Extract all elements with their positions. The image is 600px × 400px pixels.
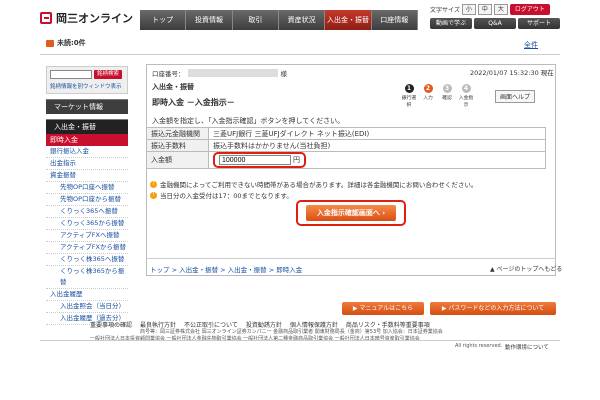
amount-highlight: 円 xyxy=(213,152,306,168)
account-suffix: 様 xyxy=(280,70,288,78)
row-value: 三菱UFJ銀行 三菱UFJダイレクト ネット振込(EDI) xyxy=(208,127,546,140)
row-label: 振込手数料 xyxy=(146,139,209,152)
support-button[interactable]: サポート xyxy=(518,18,560,29)
table-row: 入金額 円 xyxy=(146,151,546,169)
page-top-link[interactable]: ▲ ページのトップへもどる xyxy=(490,264,562,273)
nav-tab-deposit[interactable]: 入出金・振替 xyxy=(325,10,372,30)
sidebar-subitem[interactable]: くりっく株365から振替 xyxy=(46,266,128,289)
logout-button[interactable]: ログアウト xyxy=(509,4,550,15)
screen-help-button[interactable]: 画面ヘルプ xyxy=(495,90,536,103)
page-category: 入出金・振替 xyxy=(152,83,194,91)
account-number-masked xyxy=(187,69,278,77)
divider xyxy=(146,258,556,259)
amount-label: 入金額 xyxy=(146,151,209,169)
page-title: 即時入金 －入金指示－ xyxy=(152,98,235,107)
copyright: All rights reserved. xyxy=(455,343,503,349)
fontsize-large-button[interactable]: 大 xyxy=(493,4,508,15)
nav-tab-top[interactable]: トップ xyxy=(140,10,187,30)
system-requirements-link[interactable]: 動作環境について xyxy=(505,343,549,351)
note-cutoff: ! 当日分の入金受付は17：00までとなります。 xyxy=(150,190,293,200)
fontsize-medium-button[interactable]: 中 xyxy=(477,4,492,15)
main-nav: トップ 投資情報 取引 資産状況 入出金・振替 口座情報 xyxy=(140,10,418,30)
sidebar-subitem[interactable]: くりっく365から振替 xyxy=(46,218,128,230)
divider xyxy=(40,340,560,341)
breadcrumb[interactable]: トップ > 入出金・振替 > 入出金・振替 > 即時入金 xyxy=(150,264,302,274)
account-label: 口座番号： xyxy=(152,70,185,78)
sidebar-section-deposit[interactable]: 入出金・振替 xyxy=(46,119,128,134)
step-3: 3 確認 xyxy=(442,84,452,101)
account-info: 口座番号： 様 xyxy=(152,68,287,78)
sidebar-subitem[interactable]: アクティブFXへ振替 xyxy=(46,230,128,242)
sidebar-item-withdraw[interactable]: 出金指示 xyxy=(46,158,128,170)
confirm-deposit-button[interactable]: 入金指示確認画面へ › xyxy=(306,205,396,221)
header-tools: 文字サイズ 小 中 大 ログアウト 動画で学ぶ Q&A サポート xyxy=(430,4,560,29)
footer-legal-line1: 商号等：岡三証券株式会社 岡三オンライン証券カンパニー 金融商品取引業者 関東財… xyxy=(140,329,443,335)
manual-button[interactable]: ▶ マニュアルはこちら xyxy=(342,302,424,315)
amount-input[interactable] xyxy=(219,155,291,165)
learn-video-button[interactable]: 動画で学ぶ xyxy=(430,18,472,29)
arrow-right-icon: › xyxy=(382,209,386,217)
sidebar-market-info[interactable]: マーケット情報 xyxy=(46,99,128,114)
logo-text: 岡三オンライン xyxy=(56,12,133,25)
amount-cell: 円 xyxy=(208,151,546,169)
row-value: 振込手数料はかかりません(当社負担) xyxy=(208,139,546,152)
step-4: 4 入金指示 xyxy=(458,84,474,108)
nav-tab-trade[interactable]: 取引 xyxy=(232,10,279,30)
stock-window-link[interactable]: 銘柄情報を別ウィンドウ表示 xyxy=(50,82,124,90)
note-bank-hours: ! 金融機関によってご利用できない時間帯がある場合があります。詳細は各金融機関に… xyxy=(150,179,477,189)
sidebar-subitem[interactable]: 入出金照会（当日分） xyxy=(46,301,128,313)
password-help-button[interactable]: ▶ パスワードなどの入力方法について xyxy=(430,302,556,315)
table-row: 振込手数料 振込手数料はかかりません(当社負担) xyxy=(146,139,546,152)
instruction-text: 入金額を指定し、「入金指示確認」ボタンを押してください。 xyxy=(152,117,345,125)
row-label: 振込元金融機関 xyxy=(146,127,209,140)
sidebar-subitem[interactable]: 先物OP口座から振替 xyxy=(46,194,128,206)
sidebar-item-instant-deposit[interactable]: 即時入金 xyxy=(46,134,128,146)
nav-tab-assets[interactable]: 資産状況 xyxy=(278,10,326,30)
sidebar-subitem[interactable]: くりっく株365へ振替 xyxy=(46,254,128,266)
stock-search-button[interactable]: 銘柄検索 xyxy=(94,70,123,79)
table-row: 振込元金融機関 三菱UFJ銀行 三菱UFJダイレクト ネット振込(EDI) xyxy=(146,127,546,140)
message-icon xyxy=(46,39,54,47)
fontsize-label: 文字サイズ xyxy=(430,7,460,14)
sidebar-item-transfer[interactable]: 資金振替 xyxy=(46,170,128,182)
nav-tab-account[interactable]: 口座情報 xyxy=(371,10,418,30)
step-indicator: 1 銀行選択 2 入力 3 確認 4 入金指示 xyxy=(400,84,475,108)
app-logo[interactable]: 岡三オンライン xyxy=(40,10,133,26)
stock-search-input[interactable] xyxy=(50,70,92,79)
sidebar-subitem[interactable]: くりっく365へ振替 xyxy=(46,206,128,218)
logo-mark-icon xyxy=(40,12,52,24)
step-1: 1 銀行選択 xyxy=(401,84,417,108)
stock-search-box: 銘柄検索 銘柄情報を別ウィンドウ表示 xyxy=(46,66,128,94)
qa-button[interactable]: Q&A xyxy=(474,18,516,29)
fontsize-small-button[interactable]: 小 xyxy=(461,4,476,15)
sidebar-item-history[interactable]: 入出金履歴 xyxy=(46,289,128,301)
sidebar-item-bank-transfer[interactable]: 銀行振込入金 xyxy=(46,146,128,158)
sidebar: 銘柄検索 銘柄情報を別ウィンドウ表示 マーケット情報 入出金・振替 即時入金 銀… xyxy=(46,66,128,325)
step-2: 2 入力 xyxy=(423,84,433,101)
info-icon: ! xyxy=(150,180,157,188)
nav-tab-info[interactable]: 投資情報 xyxy=(186,10,233,30)
timestamp: 2022/01/07 15:32:30 現在 xyxy=(470,69,554,77)
sidebar-subitem[interactable]: アクティブFXから振替 xyxy=(46,242,128,254)
sidebar-subitem[interactable]: 先物OP口座へ振替 xyxy=(46,182,128,194)
footer-link[interactable]: 重要事項の確認 xyxy=(90,320,132,329)
amount-unit: 円 xyxy=(293,156,300,164)
deposit-form-table: 振込元金融機関 三菱UFJ銀行 三菱UFJダイレクト ネット振込(EDI) 振込… xyxy=(146,127,546,169)
unread-notice[interactable]: 未読:0件 xyxy=(46,38,86,48)
unread-count: 未読:0件 xyxy=(57,39,86,47)
all-messages-link[interactable]: 全件 xyxy=(524,40,538,50)
info-icon: ! xyxy=(150,191,157,199)
divider xyxy=(40,54,560,55)
